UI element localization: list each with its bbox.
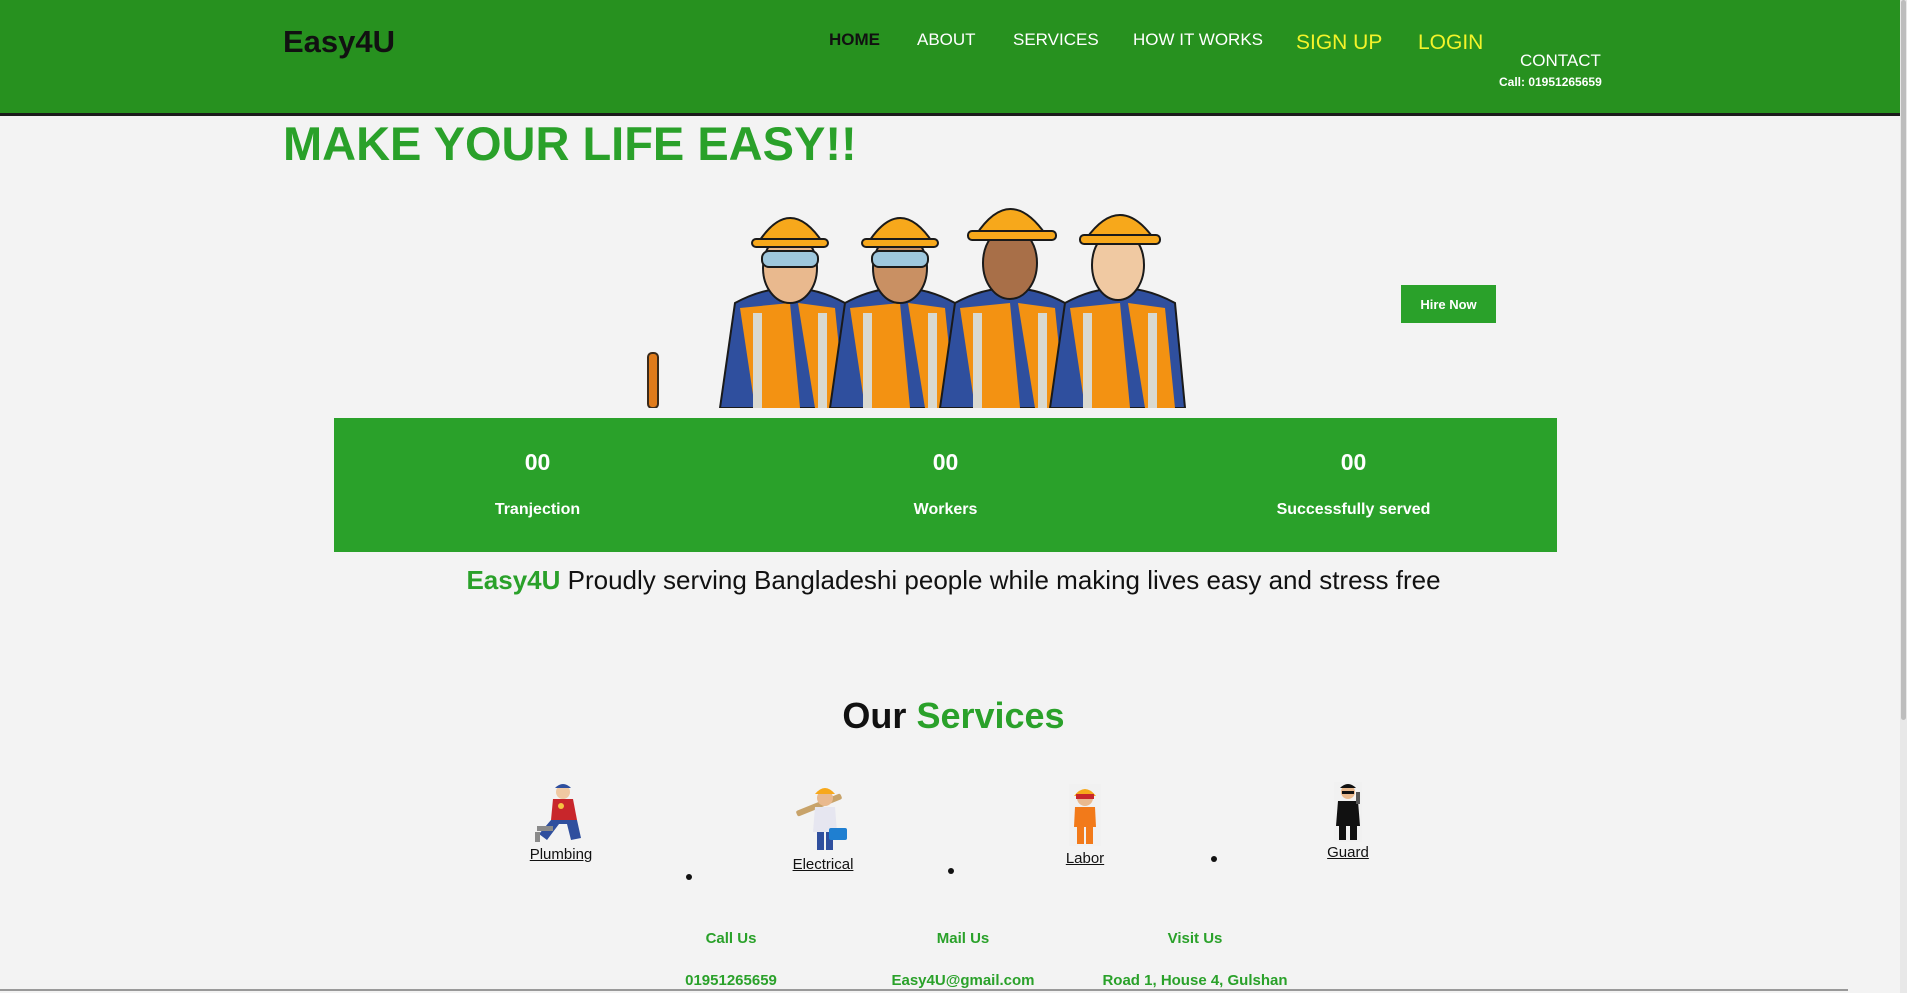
service-plumbing[interactable]: Plumbing (501, 782, 621, 863)
top-navbar: Easy4U HOME ABOUT SERVICES HOW IT WORKS … (0, 0, 1900, 116)
vertical-scrollbar[interactable] (1900, 0, 1907, 993)
hire-now-button[interactable]: Hire Now (1401, 285, 1496, 323)
footer-visit-value: Road 1, House 4, Gulshan (1102, 972, 1288, 989)
workers-illustration (647, 208, 1187, 408)
stat-label: Successfully served (1276, 501, 1431, 518)
guard-icon (1334, 782, 1362, 842)
plumber-icon (535, 784, 581, 842)
service-label[interactable]: Labor (1025, 850, 1145, 867)
nav-services[interactable]: SERVICES (1013, 30, 1099, 50)
hero-title: MAKE YOUR LIFE EASY!! (283, 117, 857, 170)
labor-worker-icon (1069, 784, 1101, 846)
service-label[interactable]: Plumbing (501, 846, 621, 863)
tagline: Easy4U Proudly serving Bangladeshi peopl… (0, 565, 1907, 596)
footer-mail-value[interactable]: Easy4U@gmail.com (843, 972, 1083, 989)
stat-value: 00 (524, 449, 551, 475)
list-bullet (1211, 856, 1217, 862)
service-labor[interactable]: Labor (1025, 782, 1145, 867)
service-guard[interactable]: Guard (1288, 782, 1408, 861)
tagline-text: Proudly serving Bangladeshi people while… (567, 565, 1441, 595)
nav-about[interactable]: ABOUT (917, 30, 976, 50)
stat-label: Workers (913, 501, 978, 518)
footer-visit-heading: Visit Us (1167, 930, 1223, 947)
stat-label: Tranjection (494, 501, 581, 518)
services-heading-accent: Services (916, 695, 1065, 736)
tagline-brand: Easy4U (466, 565, 561, 595)
nav-sign-up[interactable]: SIGN UP (1296, 31, 1382, 55)
nav-contact[interactable]: CONTACT (1520, 51, 1601, 71)
footer-call-heading: Call Us (705, 930, 757, 947)
stat-value: 00 (1340, 449, 1367, 475)
services-heading: Our Services (0, 695, 1907, 737)
electrician-icon (796, 788, 847, 850)
services-heading-start: Our (842, 695, 907, 736)
service-label[interactable]: Guard (1288, 844, 1408, 861)
nav-home[interactable]: HOME (829, 30, 880, 50)
nav-login[interactable]: LOGIN (1418, 31, 1483, 55)
stat-value: 00 (932, 449, 959, 475)
service-label[interactable]: Electrical (763, 856, 883, 873)
stats-panel: 00 Tranjection 00 Workers 00 Successfull… (334, 418, 1557, 552)
footer-call-value[interactable]: 01951265659 (611, 972, 851, 989)
service-electrical[interactable]: Electrical (763, 782, 883, 873)
list-bullet (948, 868, 954, 874)
brand-logo[interactable]: Easy4U (283, 24, 395, 60)
nav-how-it-works[interactable]: HOW IT WORKS (1133, 30, 1263, 50)
list-bullet (686, 874, 692, 880)
footer-mail-heading: Mail Us (936, 930, 990, 947)
call-number: Call: 01951265659 (1499, 75, 1602, 89)
horizontal-scrollbar[interactable] (0, 989, 1848, 991)
scrollbar-thumb[interactable] (1901, 0, 1906, 720)
